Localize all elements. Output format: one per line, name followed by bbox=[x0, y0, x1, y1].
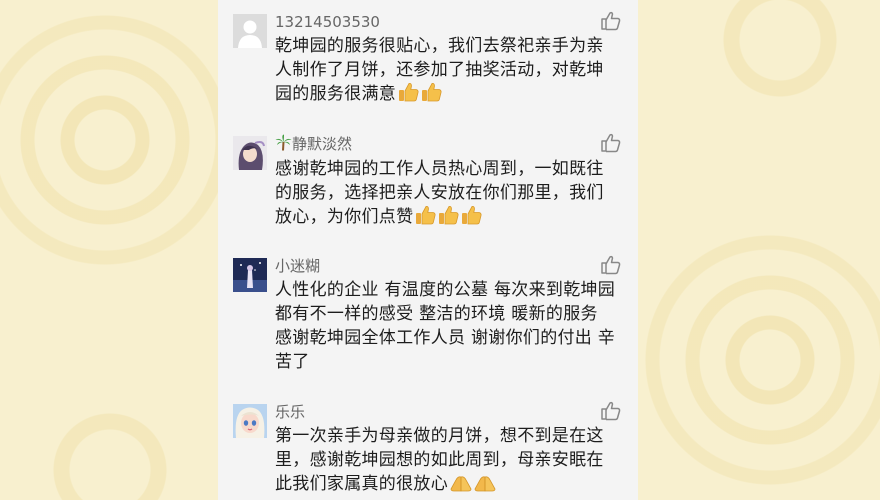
avatar[interactable] bbox=[233, 14, 267, 48]
comment-text: 感谢乾坤园的工作人员热心周到，一如既往 的服务，选择把亲人安放在你们那里，我们 … bbox=[275, 157, 623, 232]
thumbs-up-icon[interactable] bbox=[600, 132, 622, 154]
avatar[interactable] bbox=[233, 258, 267, 292]
username[interactable]: 乐乐 bbox=[275, 402, 305, 422]
palm-tree-icon bbox=[275, 134, 292, 156]
thumbs-up-emoji-icon bbox=[415, 205, 436, 232]
comment-text: 乾坤园的服务很贴心，我们去祭祀亲手为亲 人制作了月饼，还参加了抽奖活动，对乾坤 … bbox=[275, 34, 623, 109]
thumbs-up-emoji-icon bbox=[421, 82, 442, 109]
comment-text: 人性化的企业 有温度的公墓 每次来到乾坤园 都有不一样的感受 整洁的环境 暖新的… bbox=[275, 280, 616, 372]
avatar[interactable] bbox=[233, 404, 267, 438]
avatar[interactable] bbox=[233, 136, 267, 170]
username[interactable]: 小迷糊 bbox=[275, 256, 320, 276]
comment-list[interactable]: 13214503530 乾坤园的服务很贴心，我们去祭祀亲手为亲 人制作了月饼，还… bbox=[218, 0, 638, 500]
thumbs-up-emoji-icon bbox=[398, 82, 419, 109]
username[interactable]: 静默淡然 bbox=[275, 134, 352, 156]
thumbs-up-icon[interactable] bbox=[600, 254, 622, 276]
folded-hands-emoji-icon bbox=[474, 474, 496, 499]
folded-hands-emoji-icon bbox=[450, 474, 472, 499]
thumbs-up-icon[interactable] bbox=[600, 10, 622, 32]
thumbs-up-icon[interactable] bbox=[600, 400, 622, 422]
username[interactable]: 13214503530 bbox=[275, 12, 380, 32]
thumbs-up-emoji-icon bbox=[461, 205, 482, 232]
comment-text: 第一次亲手为母亲做的月饼，想不到是在这 里，感谢乾坤园想的如此周到，母亲安眠在 … bbox=[275, 424, 623, 499]
thumbs-up-emoji-icon bbox=[438, 205, 459, 232]
